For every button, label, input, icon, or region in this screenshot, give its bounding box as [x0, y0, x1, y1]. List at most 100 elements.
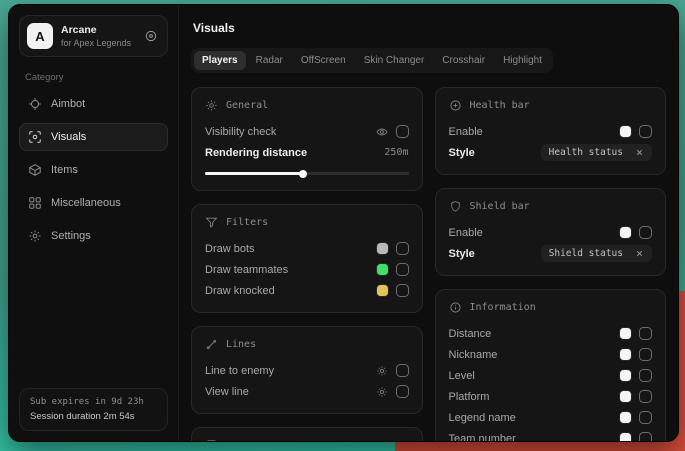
- platform-checkbox[interactable]: [639, 390, 652, 403]
- legend-name-row: Legend name: [449, 407, 653, 428]
- view-line-checkbox[interactable]: [396, 385, 409, 398]
- level-color-swatch[interactable]: [620, 370, 631, 381]
- tab-crosshair[interactable]: Crosshair: [434, 51, 493, 70]
- line-to-enemy-checkbox[interactable]: [396, 364, 409, 377]
- draw-knocked-checkbox[interactable]: [396, 284, 409, 297]
- shield-style-label: Style: [449, 248, 475, 260]
- tab-radar[interactable]: Radar: [248, 51, 291, 70]
- tab-offscreen[interactable]: OffScreen: [293, 51, 354, 70]
- shield-bar-header: Shield bar: [449, 200, 653, 213]
- filters-header: Filters: [205, 216, 409, 229]
- sidebar-item-miscellaneous[interactable]: Miscellaneous: [19, 189, 168, 217]
- box-card: Box Enable Enable background: [191, 427, 423, 441]
- sidebar-item-settings[interactable]: Settings: [19, 222, 168, 250]
- draw-teammates-row: Draw teammates: [205, 259, 409, 280]
- visibility-check-label: Visibility check: [205, 126, 276, 138]
- filters-title: Filters: [226, 217, 268, 228]
- sidebar-item-items[interactable]: Items: [19, 156, 168, 184]
- nickname-color-swatch[interactable]: [620, 349, 631, 360]
- distance-checkbox[interactable]: [639, 327, 652, 340]
- tab-highlight[interactable]: Highlight: [495, 51, 550, 70]
- shield-icon: [449, 200, 462, 213]
- shield-style-value: Shield status: [549, 248, 623, 259]
- nickname-checkbox[interactable]: [639, 348, 652, 361]
- draw-knocked-row: Draw knocked: [205, 280, 409, 301]
- brand-title: Arcane: [61, 24, 131, 36]
- platform-label: Platform: [449, 391, 490, 403]
- legend-name-checkbox[interactable]: [639, 411, 652, 424]
- sun-icon: [205, 99, 218, 112]
- shield-enable-label: Enable: [449, 227, 483, 239]
- shield-enable-checkbox[interactable]: [639, 226, 652, 239]
- close-icon[interactable]: [635, 249, 644, 258]
- rendering-distance-row: Rendering distance 250m: [205, 142, 409, 163]
- tab-players[interactable]: Players: [194, 51, 246, 70]
- lines-title: Lines: [226, 339, 256, 350]
- rendering-distance-value: 250m: [384, 147, 408, 158]
- visibility-check-checkbox[interactable]: [396, 125, 409, 138]
- information-header: Information: [449, 301, 653, 314]
- sidebar-nav: Aimbot Visuals Items Miscellaneous: [19, 90, 168, 250]
- shield-bar-title: Shield bar: [470, 201, 530, 212]
- legend-name-color-swatch[interactable]: [620, 412, 631, 423]
- draw-bots-color-swatch[interactable]: [377, 243, 388, 254]
- health-style-select[interactable]: Health status: [541, 144, 652, 161]
- funnel-icon: [205, 216, 218, 229]
- rendering-distance-slider[interactable]: [205, 168, 409, 179]
- box-header: Box: [205, 439, 409, 441]
- distance-color-swatch[interactable]: [620, 328, 631, 339]
- subscription-card: Sub expires in 9d 23h Session duration 2…: [19, 388, 168, 431]
- draw-knocked-color-swatch[interactable]: [377, 285, 388, 296]
- draw-bots-label: Draw bots: [205, 243, 255, 255]
- sidebar-item-visuals[interactable]: Visuals: [19, 123, 168, 151]
- shield-enable-color-swatch[interactable]: [620, 227, 631, 238]
- shield-enable-row: Enable: [449, 222, 653, 243]
- nickname-label: Nickname: [449, 349, 498, 361]
- slider-thumb[interactable]: [299, 170, 307, 178]
- box-title: Box: [226, 440, 244, 441]
- rendering-distance-label: Rendering distance: [205, 147, 307, 159]
- slider-fill: [205, 172, 303, 175]
- gear-icon[interactable]: [376, 386, 388, 398]
- information-title: Information: [470, 302, 536, 313]
- platform-color-swatch[interactable]: [620, 391, 631, 402]
- health-style-label: Style: [449, 147, 475, 159]
- sidebar: A Arcane for Apex Legends Category Aimbo…: [9, 5, 179, 441]
- health-enable-color-swatch[interactable]: [620, 126, 631, 137]
- draw-teammates-checkbox[interactable]: [396, 263, 409, 276]
- team-number-checkbox[interactable]: [639, 432, 652, 441]
- health-enable-row: Enable: [449, 121, 653, 142]
- eye-icon[interactable]: [376, 126, 388, 138]
- sidebar-item-label: Miscellaneous: [51, 197, 121, 209]
- team-number-color-swatch[interactable]: [620, 433, 631, 441]
- health-plus-icon: [449, 99, 462, 112]
- shield-style-select[interactable]: Shield status: [541, 245, 652, 262]
- gear-icon[interactable]: [376, 365, 388, 377]
- lines-header: Lines: [205, 338, 409, 351]
- draw-bots-checkbox[interactable]: [396, 242, 409, 255]
- general-title: General: [226, 100, 268, 111]
- health-style-row: Style Health status: [449, 142, 653, 163]
- team-number-row: Team number: [449, 428, 653, 441]
- brand-card: A Arcane for Apex Legends: [19, 15, 168, 57]
- health-bar-title: Health bar: [470, 100, 530, 111]
- information-card: Information Distance Nickname: [435, 289, 667, 441]
- left-column: General Visibility check Rendering dista…: [191, 87, 423, 441]
- lines-card: Lines Line to enemy View line: [191, 326, 423, 414]
- line-icon: [205, 338, 218, 351]
- sidebar-item-aimbot[interactable]: Aimbot: [19, 90, 168, 118]
- close-icon[interactable]: [635, 148, 644, 157]
- sub-expires-text: Sub expires in 9d 23h: [30, 397, 157, 407]
- health-bar-card: Health bar Enable Style Health s: [435, 87, 667, 175]
- grid-icon: [28, 196, 42, 210]
- distance-row: Distance: [449, 323, 653, 344]
- sidebar-item-label: Items: [51, 164, 78, 176]
- target-icon[interactable]: [144, 29, 158, 43]
- category-label: Category: [25, 72, 162, 83]
- tab-skin-changer[interactable]: Skin Changer: [356, 51, 433, 70]
- health-enable-label: Enable: [449, 126, 483, 138]
- level-checkbox[interactable]: [639, 369, 652, 382]
- health-enable-checkbox[interactable]: [639, 125, 652, 138]
- draw-teammates-color-swatch[interactable]: [377, 264, 388, 275]
- line-to-enemy-row: Line to enemy: [205, 360, 409, 381]
